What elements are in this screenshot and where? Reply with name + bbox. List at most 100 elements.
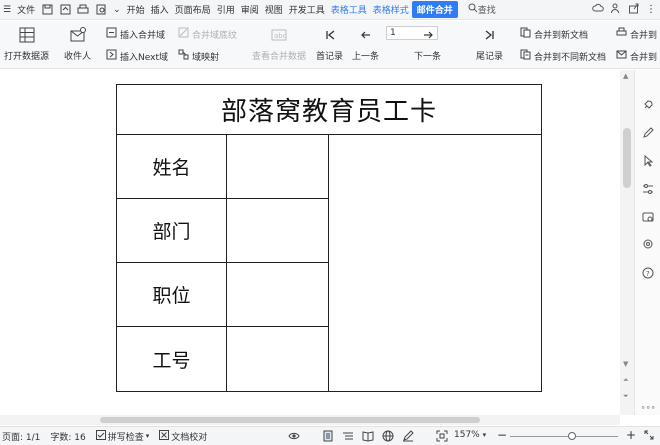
outline-view-icon[interactable] <box>342 430 354 445</box>
prev-page-icon[interactable]: ⏶ <box>623 376 629 385</box>
file-menu[interactable]: 文件 <box>14 3 38 16</box>
label-department[interactable]: 部门 <box>117 199 227 263</box>
zoom-slider-track[interactable] <box>510 436 618 437</box>
photo-cell[interactable] <box>329 135 541 391</box>
recipient-button[interactable]: 收件人 <box>64 25 91 62</box>
search-icon <box>468 3 478 16</box>
undo-icon[interactable]: ⌄ <box>110 5 124 15</box>
more-icon[interactable]: ⋮ <box>646 4 656 15</box>
last-record-button[interactable]: 尾记录 <box>476 25 503 62</box>
merge-separate-docs-button[interactable]: 合并到不同新文档 <box>520 49 606 63</box>
cloud-sync-icon[interactable] <box>592 2 604 17</box>
horizontal-scroll-thumb[interactable] <box>100 417 480 423</box>
share-icon[interactable] <box>628 2 640 17</box>
next-page-icon[interactable]: ⏷ <box>623 392 629 401</box>
search-box[interactable]: 查找 <box>468 3 496 16</box>
expand-icon[interactable] <box>644 430 654 443</box>
location-icon[interactable] <box>641 238 655 252</box>
document-area[interactable]: 部落窝教育员工卡 姓名 部门 职位 工号 <box>0 70 620 415</box>
image-tool-icon[interactable] <box>641 210 655 224</box>
page-view-icon[interactable] <box>322 430 334 445</box>
separate-docs-icon <box>520 49 531 63</box>
tab-view[interactable]: 视图 <box>262 3 286 16</box>
fit-page-icon[interactable] <box>436 430 448 445</box>
ribbon: 打开数据源 收件人 插入合并域 合并域底纹 插入Next域 域映射 abc 查看… <box>0 21 660 69</box>
horizontal-scrollbar[interactable] <box>0 415 620 425</box>
label-name[interactable]: 姓名 <box>117 135 227 199</box>
label-employee-id[interactable]: 工号 <box>117 327 227 391</box>
more-tools-icon[interactable]: ∘∘∘ <box>640 400 655 414</box>
zoom-out-icon[interactable]: − <box>497 428 507 442</box>
spell-check-icon <box>95 429 106 443</box>
tab-developer[interactable]: 开发工具 <box>286 3 328 16</box>
tab-mail-merge[interactable]: 邮件合并 <box>411 1 458 18</box>
view-merged-data-label: 查看合并数据 <box>252 52 307 62</box>
zoom-slider-knob[interactable] <box>568 432 576 440</box>
tab-insert[interactable]: 插入 <box>148 3 172 16</box>
chevron-down-icon: ▾ <box>145 432 150 440</box>
menu-bar: ☰ 文件 ⌄ 开始 插入 页面布局 引用 审阅 视图 开发工具 表格工具 表格样… <box>0 0 660 20</box>
value-position-cell[interactable] <box>227 263 329 327</box>
zoom-in-icon[interactable]: + <box>626 428 636 442</box>
help-icon[interactable]: ? <box>641 266 655 280</box>
settings-sliders-icon[interactable] <box>641 182 655 196</box>
printer-icon <box>616 27 627 41</box>
print-preview-icon[interactable] <box>94 3 108 17</box>
print-icon[interactable] <box>76 3 90 17</box>
right-tool-strip: ? ∘∘∘ <box>634 70 660 415</box>
cursor-icon[interactable] <box>641 154 655 168</box>
hamburger-icon[interactable]: ☰ <box>0 5 14 15</box>
write-view-icon[interactable] <box>402 430 414 445</box>
tab-table-tools[interactable]: 表格工具 <box>328 3 370 16</box>
merge-new-doc-button[interactable]: 合并到新文档 <box>520 27 588 41</box>
page-indicator[interactable]: 页面: 1/1 <box>2 430 40 443</box>
tab-home[interactable]: 开始 <box>124 3 148 16</box>
new-doc-icon <box>520 27 531 41</box>
tab-reference[interactable]: 引用 <box>214 3 238 16</box>
save-icon[interactable] <box>40 3 54 17</box>
insert-merge-field-button[interactable]: 插入合并域 <box>106 27 165 41</box>
open-data-source-label: 打开数据源 <box>4 52 50 62</box>
status-bar: 页面: 1/1 字数: 16 拼写检查 ▾ 文档校对 157% ▾ − + <box>0 426 660 445</box>
svg-text:abc: abc <box>274 32 287 40</box>
data-source-icon <box>17 25 37 45</box>
spell-check-button[interactable]: 拼写检查 ▾ <box>95 429 150 443</box>
shading-icon <box>178 27 189 41</box>
web-view-icon[interactable] <box>382 430 394 445</box>
zoom-level[interactable]: 157% ▾ <box>454 430 486 440</box>
tab-review[interactable]: 审阅 <box>238 3 262 16</box>
label-position[interactable]: 职位 <box>117 263 227 327</box>
vertical-scrollbar[interactable]: ▲ ▼ ⏶ ⏷ <box>620 70 634 415</box>
tab-layout[interactable]: 页面布局 <box>172 3 214 16</box>
doc-proof-button[interactable]: 文档校对 <box>159 429 207 443</box>
next-record-button[interactable]: 下一条 <box>414 25 441 62</box>
proof-icon <box>159 429 170 443</box>
eye-protection-icon[interactable] <box>288 430 300 445</box>
merge-printer-button[interactable]: 合并到 <box>616 27 657 41</box>
tab-table-style[interactable]: 表格样式 <box>370 3 412 16</box>
pen-icon[interactable] <box>641 126 655 140</box>
insert-next-field-button[interactable]: 插入Next域 <box>106 49 168 63</box>
prev-record-button[interactable]: 上一条 <box>352 25 379 62</box>
merge-field-shading-button[interactable]: 合并域底纹 <box>178 27 237 41</box>
value-name-cell[interactable] <box>227 135 329 199</box>
scroll-up-icon[interactable]: ▲ <box>623 72 628 80</box>
last-record-icon <box>480 25 500 45</box>
word-count[interactable]: 字数: 16 <box>50 430 85 443</box>
employee-card-table: 部落窝教育员工卡 姓名 部门 职位 工号 <box>116 84 542 392</box>
rocket-icon[interactable] <box>641 98 655 112</box>
first-record-button[interactable]: 首记录 <box>316 25 343 62</box>
merge-email-button[interactable]: 合并到 <box>616 49 657 63</box>
scroll-down-icon[interactable]: ▼ <box>623 360 628 368</box>
vertical-scroll-thumb[interactable] <box>623 128 631 188</box>
field-mapping-button[interactable]: 域映射 <box>178 49 219 63</box>
recipient-label: 收件人 <box>64 52 92 62</box>
value-employee-id-cell[interactable] <box>227 327 329 391</box>
open-data-source-button[interactable]: 打开数据源 <box>4 25 49 62</box>
card-title[interactable]: 部落窝教育员工卡 <box>117 85 541 135</box>
reading-view-icon[interactable] <box>362 430 374 445</box>
value-department-cell[interactable] <box>227 199 329 263</box>
collaborate-icon[interactable] <box>610 2 622 17</box>
view-merged-data-button[interactable]: abc 查看合并数据 <box>252 25 306 62</box>
export-icon[interactable] <box>58 3 72 17</box>
